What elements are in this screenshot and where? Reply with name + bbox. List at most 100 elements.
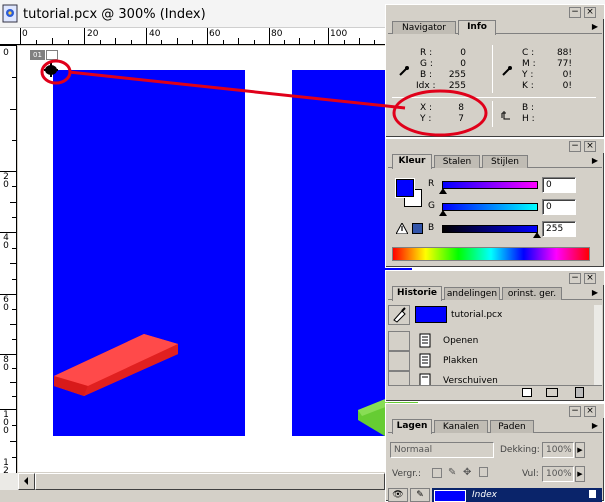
close-icon[interactable]: × (584, 406, 596, 417)
tab-navigator[interactable]: Navigator (392, 21, 456, 34)
minimize-icon[interactable]: − (569, 273, 581, 284)
palette-menu-icon[interactable]: ▶ (592, 288, 598, 297)
info-y-label: Y : (522, 70, 534, 80)
layer-thumbnail (434, 490, 466, 502)
palette-title-bar[interactable]: − × (386, 271, 604, 285)
tab-paden[interactable]: Paden (490, 420, 534, 433)
info-tabs: Navigator Info (388, 20, 602, 35)
snapshot-thumbnail (415, 306, 447, 323)
slice-symbol-icon (46, 50, 58, 60)
r-slider-handle[interactable] (439, 188, 447, 194)
divider (492, 45, 493, 93)
history-scrollbar[interactable] (594, 305, 602, 385)
tab-kanalen[interactable]: Kanalen (434, 420, 488, 433)
color-ramp[interactable] (392, 247, 590, 261)
history-state-icon (419, 353, 431, 368)
scrollbar-thumb[interactable] (35, 473, 385, 490)
ruler-ticks (0, 45, 17, 458)
history-step-checkbox[interactable] (388, 331, 410, 351)
layer-selected-bar[interactable]: Index (432, 488, 602, 502)
crosshair-cursor-icon (44, 63, 58, 77)
slice-number: 01 (30, 50, 45, 60)
palette-menu-icon[interactable]: ▶ (592, 421, 598, 430)
info-y-value: 0! (562, 70, 572, 80)
gamut-color-swatch[interactable] (412, 223, 423, 234)
tab-voorinstellingen[interactable]: orinst. ger. (502, 287, 562, 300)
palette-title-bar[interactable]: − × (386, 139, 604, 153)
layers-tabs: Lagen Kanalen Paden (388, 419, 602, 434)
history-state-icon (419, 333, 431, 348)
layer-row[interactable]: 👁 ✎ Index (388, 488, 602, 502)
tab-stalen[interactable]: Stalen (434, 155, 480, 168)
info-idx-value: 255 (448, 81, 466, 91)
palette-menu-icon[interactable]: ▶ (592, 22, 598, 31)
blend-mode-select[interactable]: Normaal (390, 442, 494, 458)
layer-brush-icon[interactable]: ✎ (410, 488, 430, 502)
tab-historie[interactable]: Historie (392, 286, 442, 301)
new-document-icon[interactable] (522, 388, 532, 397)
lock-transparency-icon[interactable] (432, 468, 442, 478)
b-slider[interactable] (442, 225, 538, 233)
tab-stijlen[interactable]: Stijlen (482, 155, 528, 168)
lock-position-icon[interactable]: ✥ (463, 467, 471, 478)
opacity-arrow-icon[interactable]: ▶ (575, 442, 585, 458)
close-icon[interactable]: × (584, 141, 596, 152)
minimize-icon[interactable]: − (569, 406, 581, 417)
camera-icon[interactable] (546, 388, 558, 397)
g-value-field[interactable]: 0 (542, 199, 576, 215)
palette-menu-icon[interactable]: ▶ (592, 156, 598, 165)
g-slider-handle[interactable] (439, 210, 447, 216)
info-y-pos-value: 7 (458, 114, 464, 124)
ruler-ticks (20, 28, 375, 45)
fill-label: Vul: (522, 469, 539, 479)
history-step-label: Verschuiven (443, 376, 498, 385)
divider (392, 97, 596, 98)
minimize-icon[interactable]: − (569, 141, 581, 152)
history-step[interactable]: Verschuiven (388, 371, 594, 385)
minimize-icon[interactable]: − (569, 7, 581, 18)
vertical-ruler[interactable]: 0 20 40 60 80 100 120 (0, 45, 17, 484)
tab-kleur[interactable]: Kleur (392, 154, 432, 169)
b-value-field[interactable]: 255 (542, 221, 576, 237)
history-step-checkbox[interactable] (388, 371, 410, 385)
info-idx-label: Idx : (416, 81, 436, 91)
opacity-field[interactable]: 100% (542, 442, 574, 458)
r-slider[interactable] (442, 181, 538, 189)
layer-name: Index (472, 490, 497, 500)
fill-arrow-icon[interactable]: ▶ (575, 466, 585, 482)
tab-lagen[interactable]: Lagen (392, 419, 432, 434)
r-value-field[interactable]: 0 (542, 177, 576, 193)
palette-title-bar[interactable]: − × (386, 404, 604, 418)
layer-visibility-eye-icon[interactable]: 👁 (388, 488, 408, 502)
history-state-icon (419, 373, 431, 385)
info-r-value: 0 (460, 48, 466, 58)
lock-all-icon[interactable] (479, 467, 488, 477)
scroll-left-arrow-icon[interactable] (18, 473, 35, 490)
history-snapshot[interactable]: tutorial.pcx (388, 305, 594, 325)
lock-pixels-icon[interactable]: ✎ (448, 467, 456, 478)
info-c-label: C : (522, 48, 535, 58)
b-slider-handle[interactable] (533, 232, 541, 238)
history-step[interactable]: Plakken (388, 351, 594, 371)
tab-info[interactable]: Info (458, 20, 496, 35)
close-icon[interactable]: × (584, 7, 596, 18)
history-tabs: Historie andelingen orinst. ger. (388, 286, 602, 301)
history-step[interactable]: Openen (388, 331, 594, 351)
close-icon[interactable]: × (584, 273, 596, 284)
lock-label: Vergr.: (392, 469, 422, 479)
history-brush-source[interactable] (388, 305, 410, 325)
history-brush-icon (393, 307, 406, 323)
foreground-color-swatch[interactable] (396, 179, 414, 197)
tab-handelingen[interactable]: andelingen (444, 287, 500, 300)
g-slider[interactable] (442, 203, 538, 211)
info-b-value: 255 (448, 70, 466, 80)
eyedropper-icon (399, 66, 409, 76)
trash-icon[interactable] (575, 387, 584, 398)
warning-icon (396, 223, 408, 234)
channel-g-label: G (428, 201, 435, 211)
fill-field[interactable]: 100% (542, 466, 574, 482)
eyedropper-icon (502, 66, 512, 76)
info-k-value: 0! (562, 81, 572, 91)
palette-title-bar[interactable]: − × (386, 5, 604, 19)
history-step-checkbox[interactable] (388, 351, 410, 371)
